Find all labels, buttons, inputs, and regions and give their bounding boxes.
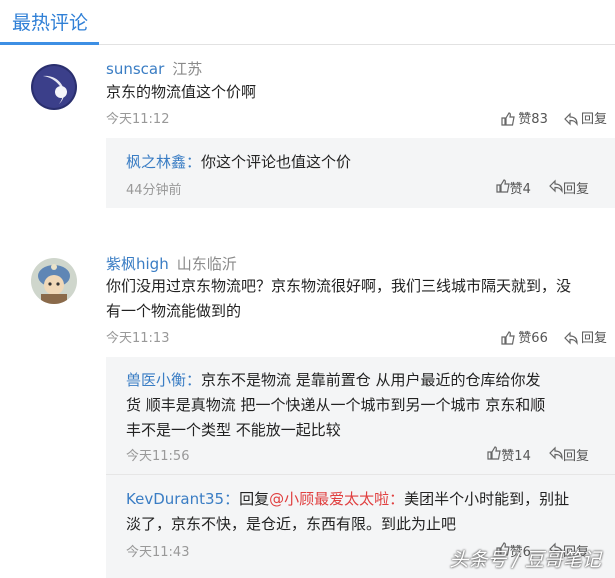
comment-username[interactable]: 紫枫high 山东临沂: [106, 253, 237, 274]
thumbs-up-icon: [501, 331, 516, 345]
tab-bar: 最热评论: [0, 0, 615, 45]
reply-arrow-icon: [564, 331, 578, 345]
reply-button[interactable]: 回复: [564, 108, 607, 127]
reply-username[interactable]: 兽医小衡：: [126, 371, 201, 389]
reply-actions: 赞4 回复: [495, 178, 589, 197]
tab-hot-comments-label: 最热评论: [12, 12, 89, 34]
avatar[interactable]: [31, 258, 77, 304]
reply-actions: 赞14 回复: [487, 445, 589, 464]
comment-text: 京东的物流值这个价啊: [106, 83, 257, 101]
comment-text: 你们没用过京东物流吧？京东物流很好啊，我们三线城市隔天就到，没 有一个物流能做到…: [106, 277, 572, 320]
like-button[interactable]: 赞4: [495, 179, 535, 197]
comment-username[interactable]: sunscar 江苏: [106, 58, 202, 79]
reply-text: 兽医小衡：京东不是物流 是靠前置仓 从用户最近的仓库给你发 货 顺丰是真物流 把…: [126, 371, 546, 439]
like-button[interactable]: 赞83: [501, 108, 548, 127]
comment-time: 今天11:13: [106, 331, 170, 346]
reply-button[interactable]: 回复: [549, 446, 589, 464]
avatar[interactable]: [31, 64, 77, 110]
reply-time: 今天11:43: [126, 545, 190, 560]
mention-link[interactable]: @小顾最爱太太啦：: [269, 490, 404, 508]
reply-username[interactable]: 枫之林鑫：: [126, 153, 201, 171]
replies-block: 枫之林鑫：你这个评论也值这个价 44分钟前 赞4 回复: [106, 138, 615, 208]
reply-text: KevDurant35：回复@小顾最爱太太啦：美团半个小时能到，别扯 淡了，京东…: [126, 490, 570, 533]
thumbs-up-icon: [495, 179, 510, 193]
reply-arrow-icon: [549, 446, 563, 460]
comment-time: 今天11:12: [106, 112, 170, 127]
reply-button[interactable]: 回复: [549, 179, 589, 197]
reply-time: 今天11:56: [126, 449, 190, 464]
like-button[interactable]: 赞66: [501, 327, 548, 346]
reply-arrow-icon: [564, 112, 578, 126]
watermark-text: 头条号 / 豆哥笔记: [449, 549, 601, 571]
reply-divider: [106, 474, 615, 475]
tab-hot-comments[interactable]: 最热评论: [0, 0, 99, 45]
comment-actions: 赞83 回复: [489, 108, 607, 127]
reply-button[interactable]: 回复: [564, 327, 607, 346]
thumbs-up-icon: [501, 112, 516, 126]
like-button[interactable]: 赞14: [487, 446, 535, 464]
reply-text: 枫之林鑫：你这个评论也值这个价: [126, 153, 352, 171]
reply-username[interactable]: KevDurant35：: [126, 490, 239, 508]
comment-actions: 赞66 回复: [489, 327, 607, 346]
user-location: 江苏: [172, 60, 203, 78]
user-location: 山东临沂: [176, 255, 237, 273]
reply-arrow-icon: [549, 179, 563, 193]
thumbs-up-icon: [487, 446, 502, 460]
reply-time: 44分钟前: [126, 183, 182, 198]
